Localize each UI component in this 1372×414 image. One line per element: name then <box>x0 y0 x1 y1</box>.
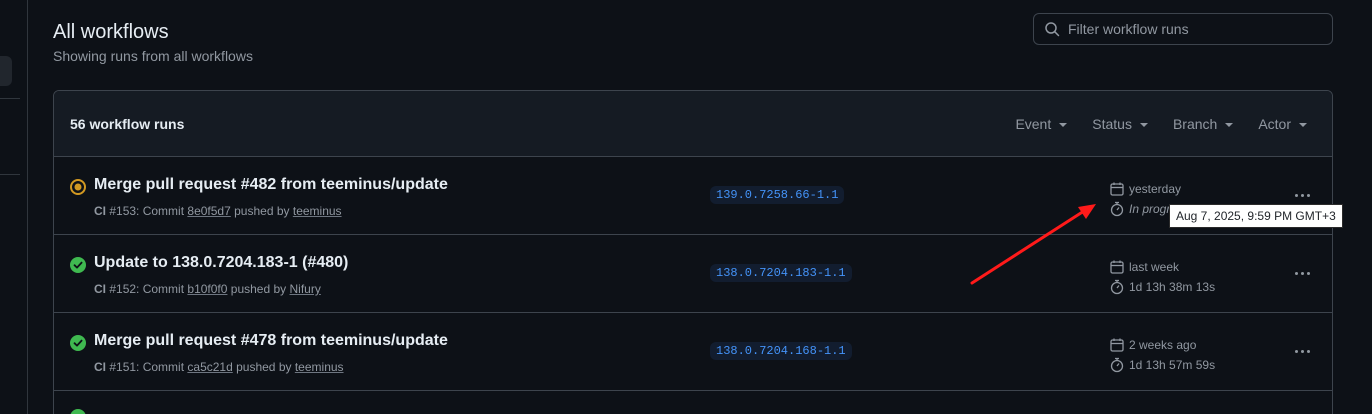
run-title-link[interactable]: Merge pull request #482 from teeminus/up… <box>94 176 448 194</box>
run-date-text: yesterday <box>1129 182 1182 196</box>
run-number: #153 <box>109 204 137 218</box>
run-duration-text: In progr <box>1129 202 1171 216</box>
annotation-arrow <box>970 204 1096 285</box>
workflow-run-row-partial[interactable] <box>54 391 1332 414</box>
run-options-button[interactable] <box>1292 185 1312 205</box>
search-input[interactable] <box>1068 21 1318 37</box>
status-filter-button[interactable]: Status <box>1092 116 1148 132</box>
run-date[interactable]: last week <box>1109 257 1215 277</box>
run-timing: last week 1d 13h 38m 13s <box>1109 257 1215 297</box>
kebab-horizontal-icon <box>1306 271 1310 275</box>
actor-link[interactable]: teeminus <box>295 360 344 374</box>
actor-filter-label: Actor <box>1258 116 1291 132</box>
pushed-by-text: pushed by <box>230 282 287 296</box>
branch-filter-label: Branch <box>1172 116 1218 132</box>
workflow-name: CI <box>94 282 106 296</box>
run-duration: 1d 13h 38m 13s <box>1109 277 1215 297</box>
status-filter-label: Status <box>1092 116 1132 132</box>
branch-label[interactable]: 138.0.7204.183-1.1 <box>710 264 852 282</box>
kebab-horizontal-icon <box>1306 193 1310 197</box>
commit-link[interactable]: ca5c21d <box>187 360 232 374</box>
run-meta: CI #151: Commit ca5c21d pushed by teemin… <box>94 360 344 374</box>
run-date[interactable]: yesterday <box>1109 179 1181 199</box>
run-date-text: last week <box>1129 260 1180 274</box>
page-title: All workflows <box>53 21 169 43</box>
sidebar <box>0 0 28 414</box>
caret-down-icon <box>1299 122 1307 127</box>
branch-filter-button[interactable]: Branch <box>1172 116 1234 132</box>
check-circle-icon <box>70 409 86 414</box>
event-filter-label: Event <box>1015 116 1052 132</box>
calendar-icon <box>1110 338 1124 352</box>
stopwatch-icon <box>1110 357 1124 373</box>
workflow-run-row[interactable]: Merge pull request #478 from teeminus/up… <box>54 313 1332 391</box>
calendar-icon <box>1110 260 1124 274</box>
workflow-name: CI <box>94 204 106 218</box>
search-icon <box>1045 22 1060 37</box>
run-date-text: 2 weeks ago <box>1129 338 1197 352</box>
run-title-link[interactable]: Merge pull request #478 from teeminus/up… <box>94 332 448 350</box>
commit-link[interactable]: 8e0f5d7 <box>187 204 230 218</box>
workflow-run-row[interactable]: Update to 138.0.7204.183-1 (#480) CI #15… <box>54 235 1332 313</box>
check-circle-icon <box>70 335 86 351</box>
run-duration: 1d 13h 57m 59s <box>1109 355 1215 375</box>
run-title-link[interactable]: Update to 138.0.7204.183-1 (#480) <box>94 254 348 272</box>
caret-down-icon <box>1139 122 1148 127</box>
commit-link[interactable]: b10f0f0 <box>187 282 227 296</box>
branch-label[interactable]: 138.0.7204.168-1.1 <box>710 342 852 360</box>
kebab-horizontal-icon <box>1300 193 1304 197</box>
filter-workflow-runs[interactable] <box>1033 13 1333 45</box>
run-options-button[interactable] <box>1292 341 1312 361</box>
run-count: 56 workflow runs <box>70 115 185 132</box>
commit-prefix: : Commit <box>136 282 185 296</box>
run-number: #152 <box>109 282 137 296</box>
sidebar-divider <box>0 98 20 99</box>
branch-label[interactable]: 139.0.7258.66-1.1 <box>710 186 845 204</box>
run-meta: CI #152: Commit b10f0f0 pushed by Nifury <box>94 282 321 296</box>
list-header: 56 workflow runs Event Status Branch Act… <box>54 91 1332 157</box>
stopwatch-icon <box>1110 279 1124 295</box>
date-tooltip: Aug 7, 2025, 9:59 PM GMT+3 <box>1169 204 1343 228</box>
actor-link[interactable]: teeminus <box>293 204 342 218</box>
kebab-horizontal-icon <box>1306 349 1310 353</box>
pushed-by-text: pushed by <box>236 360 292 374</box>
sidebar-divider <box>0 174 20 175</box>
run-options-button[interactable] <box>1292 263 1312 283</box>
caret-down-icon <box>1225 122 1234 127</box>
run-duration-text: 1d 13h 57m 59s <box>1129 358 1216 372</box>
event-filter-button[interactable]: Event <box>1015 116 1068 132</box>
run-date[interactable]: 2 weeks ago <box>1109 335 1215 355</box>
in-progress-status-icon <box>70 179 86 195</box>
sidebar-selected-item[interactable] <box>0 56 12 86</box>
commit-prefix: : Commit <box>136 204 185 218</box>
run-meta: CI #153: Commit 8e0f5d7 pushed by teemin… <box>94 204 342 218</box>
workflow-name: CI <box>94 360 106 374</box>
kebab-horizontal-icon <box>1294 271 1298 275</box>
pushed-by-text: pushed by <box>234 204 290 218</box>
calendar-icon <box>1110 182 1124 196</box>
caret-down-icon <box>1059 122 1068 127</box>
workflow-runs-list: 56 workflow runs Event Status Branch Act… <box>53 90 1333 414</box>
filter-bar: Event Status Branch Actor <box>1015 91 1332 157</box>
actor-filter-button[interactable]: Actor <box>1258 116 1307 132</box>
run-duration-text: 1d 13h 38m 13s <box>1129 280 1216 294</box>
run-number: #151 <box>109 360 137 374</box>
kebab-horizontal-icon <box>1300 349 1304 353</box>
actor-link[interactable]: Nifury <box>290 282 321 296</box>
page-subtitle: Showing runs from all workflows <box>53 48 253 64</box>
commit-prefix: : Commit <box>136 360 185 374</box>
workflow-run-row[interactable]: Merge pull request #482 from teeminus/up… <box>54 157 1332 235</box>
stopwatch-icon <box>1110 201 1124 217</box>
kebab-horizontal-icon <box>1300 271 1304 275</box>
kebab-horizontal-icon <box>1294 193 1298 197</box>
check-circle-icon <box>70 257 86 273</box>
kebab-horizontal-icon <box>1294 349 1298 353</box>
run-timing: 2 weeks ago 1d 13h 57m 59s <box>1109 335 1215 375</box>
